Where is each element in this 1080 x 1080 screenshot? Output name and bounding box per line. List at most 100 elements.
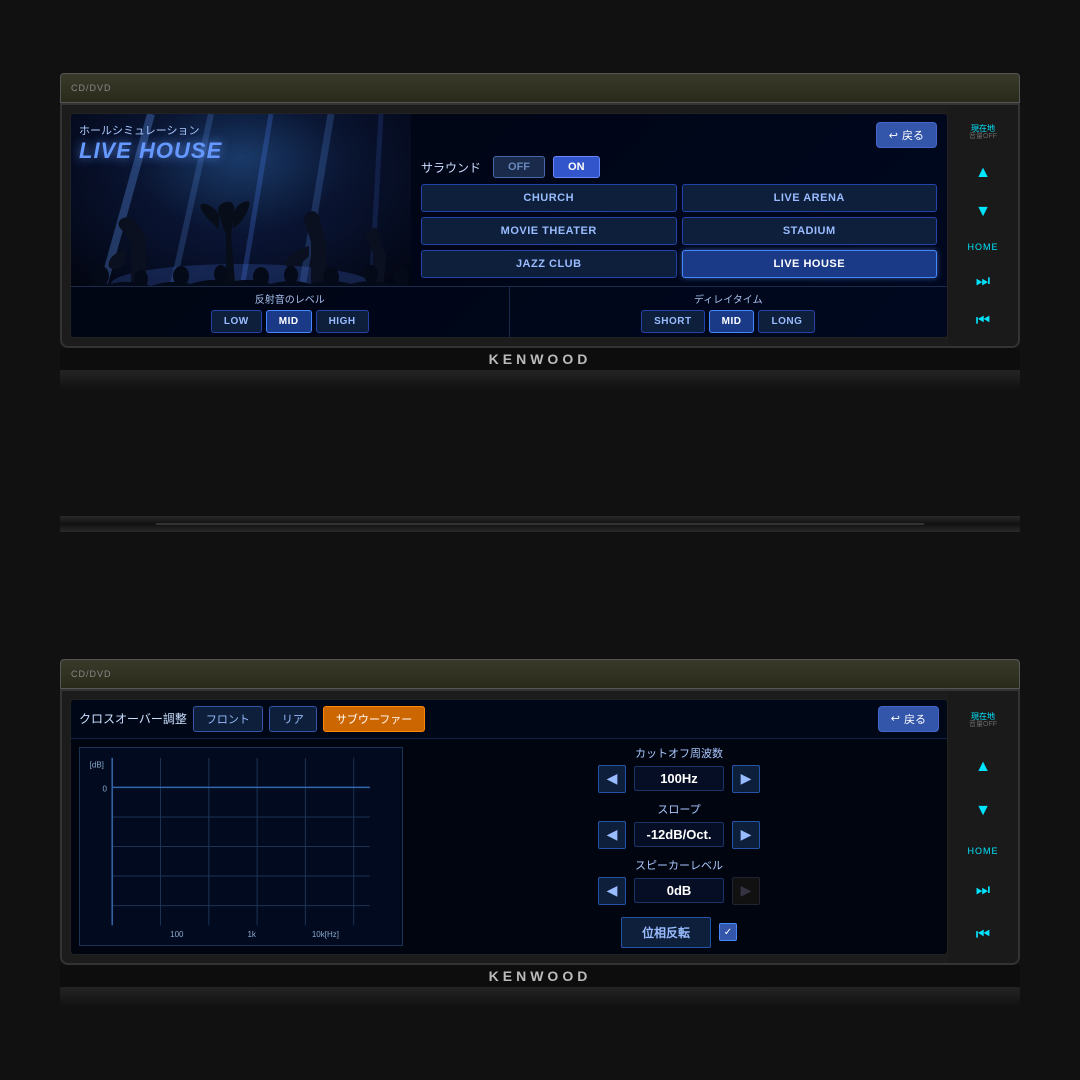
home-button-2[interactable]: HOME	[968, 846, 999, 856]
cutoff-increase[interactable]: ▶	[732, 765, 760, 793]
svg-text:0: 0	[103, 784, 108, 793]
slope-label: スロープ	[657, 801, 700, 817]
slot-label-2: CD/DVD	[71, 669, 112, 679]
slope-increase[interactable]: ▶	[732, 821, 760, 849]
tab-subwoofer[interactable]: サブウーファー	[323, 706, 425, 732]
frequency-graph-svg: [dB] 0 100 1k 10k[Hz]	[80, 748, 402, 945]
hall-sim-label: ホールシミュレーション	[79, 122, 222, 138]
delay-buttons: SHORT MID LONG	[518, 310, 940, 333]
unit-divider	[60, 516, 1020, 532]
speaker-value: 0dB	[634, 878, 724, 903]
unit1-wrapper: CD/DVD	[60, 73, 1020, 390]
crossover-header: クロスオーバー調整 フロント リア サブウーファー ↩ 戻る	[71, 700, 947, 739]
unit2-body: クロスオーバー調整 フロント リア サブウーファー ↩ 戻る	[60, 689, 1020, 965]
venue-grid: CHURCH LIVE ARENA MOVIE THEATER STADIUM …	[421, 184, 937, 278]
cutoff-label: カットオフ周波数	[635, 745, 723, 761]
delay-mid[interactable]: MID	[709, 310, 755, 333]
right-panel-1: 現在地 音量OFF ▲ ▼ HOME ⏭ ⏮	[948, 105, 1018, 346]
cutoff-value: 100Hz	[634, 766, 724, 791]
slope-value-row: ◀ -12dB/Oct. ▶	[598, 821, 760, 849]
delay-short[interactable]: SHORT	[641, 310, 705, 333]
live-house-title: LIVE HOUSE	[79, 138, 222, 164]
cutoff-value-row: ◀ 100Hz ▶	[598, 765, 760, 793]
skip-fwd-2[interactable]: ⏭	[976, 882, 990, 900]
screen2-area: クロスオーバー調整 フロント リア サブウーファー ↩ 戻る	[70, 699, 948, 955]
surround-on-button[interactable]: ON	[553, 156, 600, 178]
venue-jazz-club[interactable]: JAZZ CLUB	[421, 250, 677, 278]
reflection-high[interactable]: HIGH	[316, 310, 369, 333]
kenwood-brand-1: KENWOOD	[60, 348, 1020, 370]
speaker-increase[interactable]: ▶	[732, 877, 760, 905]
screen1: ホールシミュレーション LIVE HOUSE ↩ 戻る	[71, 114, 947, 337]
speaker-decrease[interactable]: ◀	[598, 877, 626, 905]
reflection-buttons: LOW MID HIGH	[79, 310, 501, 333]
right-panel-2: 現在地 音量OFF ▲ ▼ HOME ⏭ ⏮	[948, 691, 1018, 963]
reflection-low[interactable]: LOW	[211, 310, 262, 333]
surround-row: サラウンド OFF ON	[421, 156, 937, 178]
source-button-1[interactable]: 現在地 音量OFF	[967, 122, 999, 144]
back-arrow-icon-2: ↩	[891, 712, 900, 725]
hall-image-area: ホールシミュレーション LIVE HOUSE	[71, 114, 411, 286]
up-arrow-2[interactable]: ▲	[975, 758, 991, 776]
graph-area: [dB] 0 100 1k 10k[Hz]	[71, 739, 411, 954]
down-arrow-1[interactable]: ▼	[975, 203, 991, 221]
tab-rear[interactable]: リア	[269, 706, 317, 732]
concert-scene: ホールシミュレーション LIVE HOUSE	[71, 114, 411, 286]
surround-off-button[interactable]: OFF	[493, 156, 545, 178]
reflection-section: 反射音のレベル LOW MID HIGH	[71, 287, 510, 337]
source-button-2[interactable]: 現在地 音量OFF	[967, 710, 999, 732]
down-arrow-2[interactable]: ▼	[975, 802, 991, 820]
svg-text:10k[Hz]: 10k[Hz]	[312, 930, 339, 939]
top-nav-row: ↩ 戻る	[421, 122, 937, 148]
speaker-label: スピーカーレベル	[635, 857, 723, 873]
delay-long[interactable]: LONG	[758, 310, 815, 333]
screen2: クロスオーバー調整 フロント リア サブウーファー ↩ 戻る	[71, 700, 947, 954]
screen1-area: ホールシミュレーション LIVE HOUSE ↩ 戻る	[70, 113, 948, 338]
unit1-reflection	[60, 370, 1020, 390]
slope-value: -12dB/Oct.	[634, 822, 724, 847]
home-button-1[interactable]: HOME	[968, 242, 999, 252]
bottom-section: 反射音のレベル LOW MID HIGH ディレイタイム SHORT	[71, 286, 947, 337]
venue-movie-theater[interactable]: MOVIE THEATER	[421, 217, 677, 245]
slope-group: スロープ ◀ -12dB/Oct. ▶	[421, 801, 937, 849]
surround-label: サラウンド	[421, 159, 481, 176]
reflection-label: 反射音のレベル	[79, 291, 501, 306]
unit2-reflection	[60, 987, 1020, 1007]
tab-front[interactable]: フロント	[193, 706, 263, 732]
phase-checkbox[interactable]: ✓	[719, 923, 737, 941]
delay-label: ディレイタイム	[518, 291, 940, 306]
back-button-2[interactable]: ↩ 戻る	[878, 706, 939, 732]
slope-decrease[interactable]: ◀	[598, 821, 626, 849]
skip-fwd-1[interactable]: ⏭	[976, 273, 990, 291]
cutoff-group: カットオフ周波数 ◀ 100Hz ▶	[421, 745, 937, 793]
delay-section: ディレイタイム SHORT MID LONG	[510, 287, 948, 337]
venue-live-arena[interactable]: LIVE ARENA	[682, 184, 938, 212]
reflection-mid[interactable]: MID	[266, 310, 312, 333]
venue-stadium[interactable]: STADIUM	[682, 217, 938, 245]
outer-container: CD/DVD	[0, 0, 1080, 1080]
skip-back-2[interactable]: ⏮	[976, 926, 990, 944]
slot-label-1: CD/DVD	[71, 83, 112, 93]
venue-church[interactable]: CHURCH	[421, 184, 677, 212]
crossover-settings: カットオフ周波数 ◀ 100Hz ▶ スロープ ◀	[411, 739, 947, 954]
svg-text:1k: 1k	[247, 930, 256, 939]
phase-button[interactable]: 位相反転	[621, 917, 711, 948]
kenwood-brand-2: KENWOOD	[60, 965, 1020, 987]
screen1-top: ホールシミュレーション LIVE HOUSE ↩ 戻る	[71, 114, 947, 286]
crossover-body: [dB] 0 100 1k 10k[Hz]	[71, 739, 947, 954]
venue-live-house[interactable]: LIVE HOUSE	[682, 250, 938, 278]
phase-row: 位相反転 ✓	[421, 917, 937, 948]
cutoff-decrease[interactable]: ◀	[598, 765, 626, 793]
up-arrow-1[interactable]: ▲	[975, 164, 991, 182]
graph-canvas: [dB] 0 100 1k 10k[Hz]	[79, 747, 403, 946]
back-button-1[interactable]: ↩ 戻る	[876, 122, 937, 148]
unit1-body: ホールシミュレーション LIVE HOUSE ↩ 戻る	[60, 103, 1020, 348]
skip-back-1[interactable]: ⏮	[976, 312, 990, 330]
crossover-title: クロスオーバー調整	[79, 710, 187, 727]
svg-text:100: 100	[170, 930, 184, 939]
slot-top-2: CD/DVD	[60, 659, 1020, 689]
svg-text:[dB]: [dB]	[90, 761, 104, 770]
unit2-wrapper: CD/DVD クロスオーバー調整 フロント リア サブウーファー ↩ 戻る	[60, 659, 1020, 1007]
slot-top-1: CD/DVD	[60, 73, 1020, 103]
title-overlay: ホールシミュレーション LIVE HOUSE	[79, 122, 222, 164]
